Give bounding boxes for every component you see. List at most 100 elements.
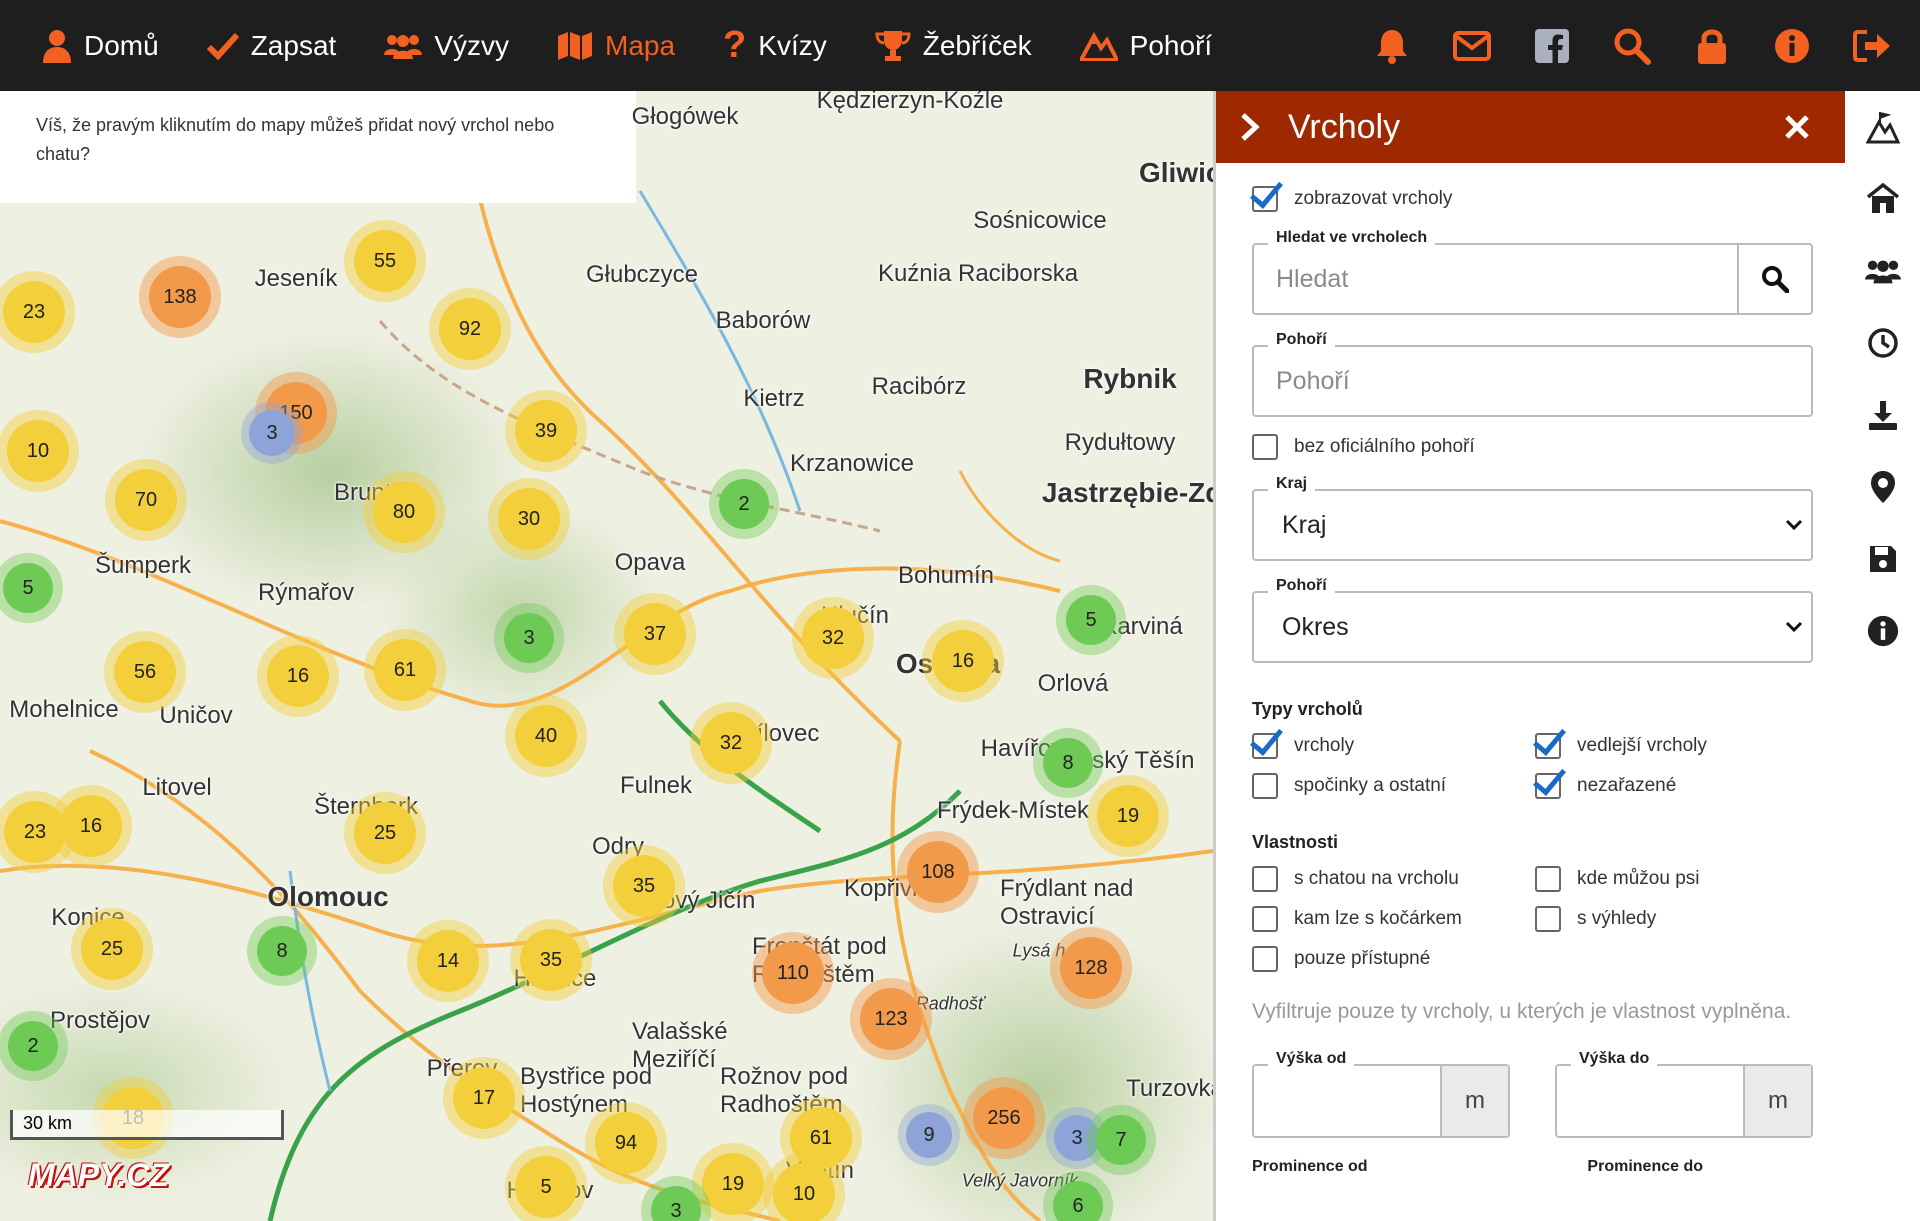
cluster-marker[interactable]: 94 — [595, 1112, 657, 1174]
height-to-field[interactable]: Výška do m — [1555, 1050, 1813, 1138]
cluster-marker[interactable]: 2 — [719, 479, 769, 529]
cluster-marker[interactable]: 61 — [790, 1107, 852, 1169]
type-checkbox[interactable] — [1535, 733, 1561, 759]
search-button[interactable] — [1737, 245, 1811, 313]
pin-icon[interactable] — [1845, 451, 1920, 523]
cluster-marker[interactable]: 110 — [762, 942, 824, 1004]
cluster-marker[interactable]: 40 — [515, 705, 577, 767]
cluster-marker[interactable]: 37 — [624, 603, 686, 665]
height-from-field[interactable]: Výška od m — [1252, 1050, 1510, 1138]
search-input[interactable]: Hledat — [1254, 265, 1737, 294]
envelope-icon[interactable] — [1432, 0, 1512, 91]
cluster-marker[interactable]: 23 — [3, 281, 65, 343]
type-checkbox[interactable] — [1252, 773, 1278, 799]
cluster-marker[interactable]: 138 — [149, 266, 211, 328]
cluster-marker[interactable]: 80 — [373, 481, 435, 543]
region-select[interactable]: Kraj — [1254, 511, 1785, 540]
nav-map[interactable]: Mapa — [521, 0, 687, 91]
search-icon[interactable] — [1592, 0, 1672, 91]
cluster-marker[interactable]: 7 — [1096, 1115, 1146, 1165]
no-range-checkbox[interactable] — [1252, 434, 1278, 460]
prop-checkbox[interactable] — [1252, 946, 1278, 972]
cluster-marker[interactable]: 3 — [504, 613, 554, 663]
no-range-toggle[interactable]: bez oficiálního pohoří — [1252, 427, 1813, 467]
nav-leaderboard[interactable]: Žebříček — [839, 0, 1044, 91]
cluster-marker[interactable]: 2 — [8, 1021, 58, 1071]
cluster-marker[interactable]: 10 — [7, 420, 69, 482]
type-option[interactable]: spočinky a ostatní — [1252, 766, 1535, 806]
save-icon[interactable] — [1845, 523, 1920, 595]
peaks-icon[interactable] — [1845, 91, 1920, 163]
show-peaks-checkbox[interactable] — [1252, 186, 1278, 212]
cluster-marker[interactable]: 123 — [860, 988, 922, 1050]
cluster-marker[interactable]: 9 — [906, 1112, 952, 1158]
cluster-marker[interactable]: 8 — [257, 926, 307, 976]
cluster-marker[interactable]: 8 — [1043, 738, 1093, 788]
cluster-marker[interactable]: 3 — [249, 410, 295, 456]
info-icon[interactable] — [1845, 595, 1920, 667]
cluster-marker[interactable]: 25 — [81, 918, 143, 980]
clock-icon[interactable] — [1845, 307, 1920, 379]
district-select[interactable]: Okres — [1254, 613, 1785, 642]
cluster-marker[interactable]: 128 — [1060, 937, 1122, 999]
prop-checkbox[interactable] — [1535, 866, 1561, 892]
prop-checkbox[interactable] — [1535, 906, 1561, 932]
prop-checkbox[interactable] — [1252, 866, 1278, 892]
cluster-marker[interactable]: 5 — [1066, 595, 1116, 645]
chevron-right-icon[interactable] — [1240, 112, 1260, 142]
nav-quizzes[interactable]: ? Kvízy — [687, 0, 839, 91]
cluster-marker[interactable]: 19 — [702, 1153, 764, 1215]
download-icon[interactable] — [1845, 379, 1920, 451]
cluster-marker[interactable]: 17 — [453, 1067, 515, 1129]
cluster-marker[interactable]: 23 — [4, 801, 66, 863]
type-option[interactable]: vedlejší vrcholy — [1535, 726, 1818, 766]
cluster-marker[interactable]: 35 — [520, 929, 582, 991]
cluster-marker[interactable]: 5 — [515, 1156, 577, 1218]
cluster-marker[interactable]: 25 — [354, 802, 416, 864]
bell-icon[interactable] — [1352, 0, 1432, 91]
prop-checkbox[interactable] — [1252, 906, 1278, 932]
cluster-marker[interactable]: 70 — [115, 469, 177, 531]
cluster-marker[interactable]: 35 — [613, 855, 675, 917]
cluster-marker[interactable]: 61 — [374, 639, 436, 701]
cluster-marker[interactable]: 10 — [773, 1163, 835, 1221]
facebook-icon[interactable] — [1512, 0, 1592, 91]
cluster-marker[interactable]: 19 — [1097, 785, 1159, 847]
info-icon[interactable] — [1752, 0, 1832, 91]
prop-option[interactable]: s chatou na vrcholu — [1252, 859, 1535, 899]
cluster-marker[interactable]: 14 — [417, 930, 479, 992]
cluster-marker[interactable]: 92 — [439, 298, 501, 360]
cluster-marker[interactable]: 39 — [515, 400, 577, 462]
cluster-marker[interactable]: 30 — [498, 488, 560, 550]
type-option[interactable]: vrcholy — [1252, 726, 1535, 766]
cluster-marker[interactable]: 56 — [114, 641, 176, 703]
show-peaks-toggle[interactable]: zobrazovat vrcholy — [1252, 179, 1813, 219]
type-checkbox[interactable] — [1535, 773, 1561, 799]
nav-log[interactable]: Zapsat — [171, 0, 349, 91]
cluster-marker[interactable]: 5 — [3, 563, 53, 613]
hut-icon[interactable] — [1845, 163, 1920, 235]
logout-icon[interactable] — [1832, 0, 1912, 91]
group-icon[interactable] — [1845, 235, 1920, 307]
range-input[interactable]: Pohoří — [1254, 367, 1811, 396]
cluster-marker[interactable]: 256 — [973, 1087, 1035, 1149]
close-icon[interactable] — [1784, 114, 1810, 140]
cluster-marker[interactable]: 32 — [700, 712, 762, 774]
nav-ranges[interactable]: Pohoří — [1044, 0, 1225, 91]
cluster-marker[interactable]: 3 — [1054, 1115, 1100, 1161]
nav-challenges[interactable]: Výzvy — [348, 0, 521, 91]
map-logo[interactable]: MAPY.CZ — [28, 1157, 169, 1194]
cluster-marker[interactable]: 32 — [802, 607, 864, 669]
prop-option[interactable]: kde můžou psi — [1535, 859, 1818, 899]
map-canvas[interactable]: Víš, že pravým kliknutím do mapy můžeš p… — [0, 91, 1213, 1221]
lock-icon[interactable] — [1672, 0, 1752, 91]
type-option[interactable]: nezařazené — [1535, 766, 1818, 806]
nav-home[interactable]: Domů — [0, 0, 171, 91]
cluster-marker[interactable]: 16 — [932, 630, 994, 692]
prop-option[interactable]: pouze přístupné — [1252, 939, 1535, 979]
prop-option[interactable]: s výhledy — [1535, 899, 1818, 939]
cluster-marker[interactable]: 108 — [907, 841, 969, 903]
cluster-marker[interactable]: 16 — [267, 645, 329, 707]
prop-option[interactable]: kam lze s kočárkem — [1252, 899, 1535, 939]
cluster-marker[interactable]: 16 — [60, 795, 122, 857]
